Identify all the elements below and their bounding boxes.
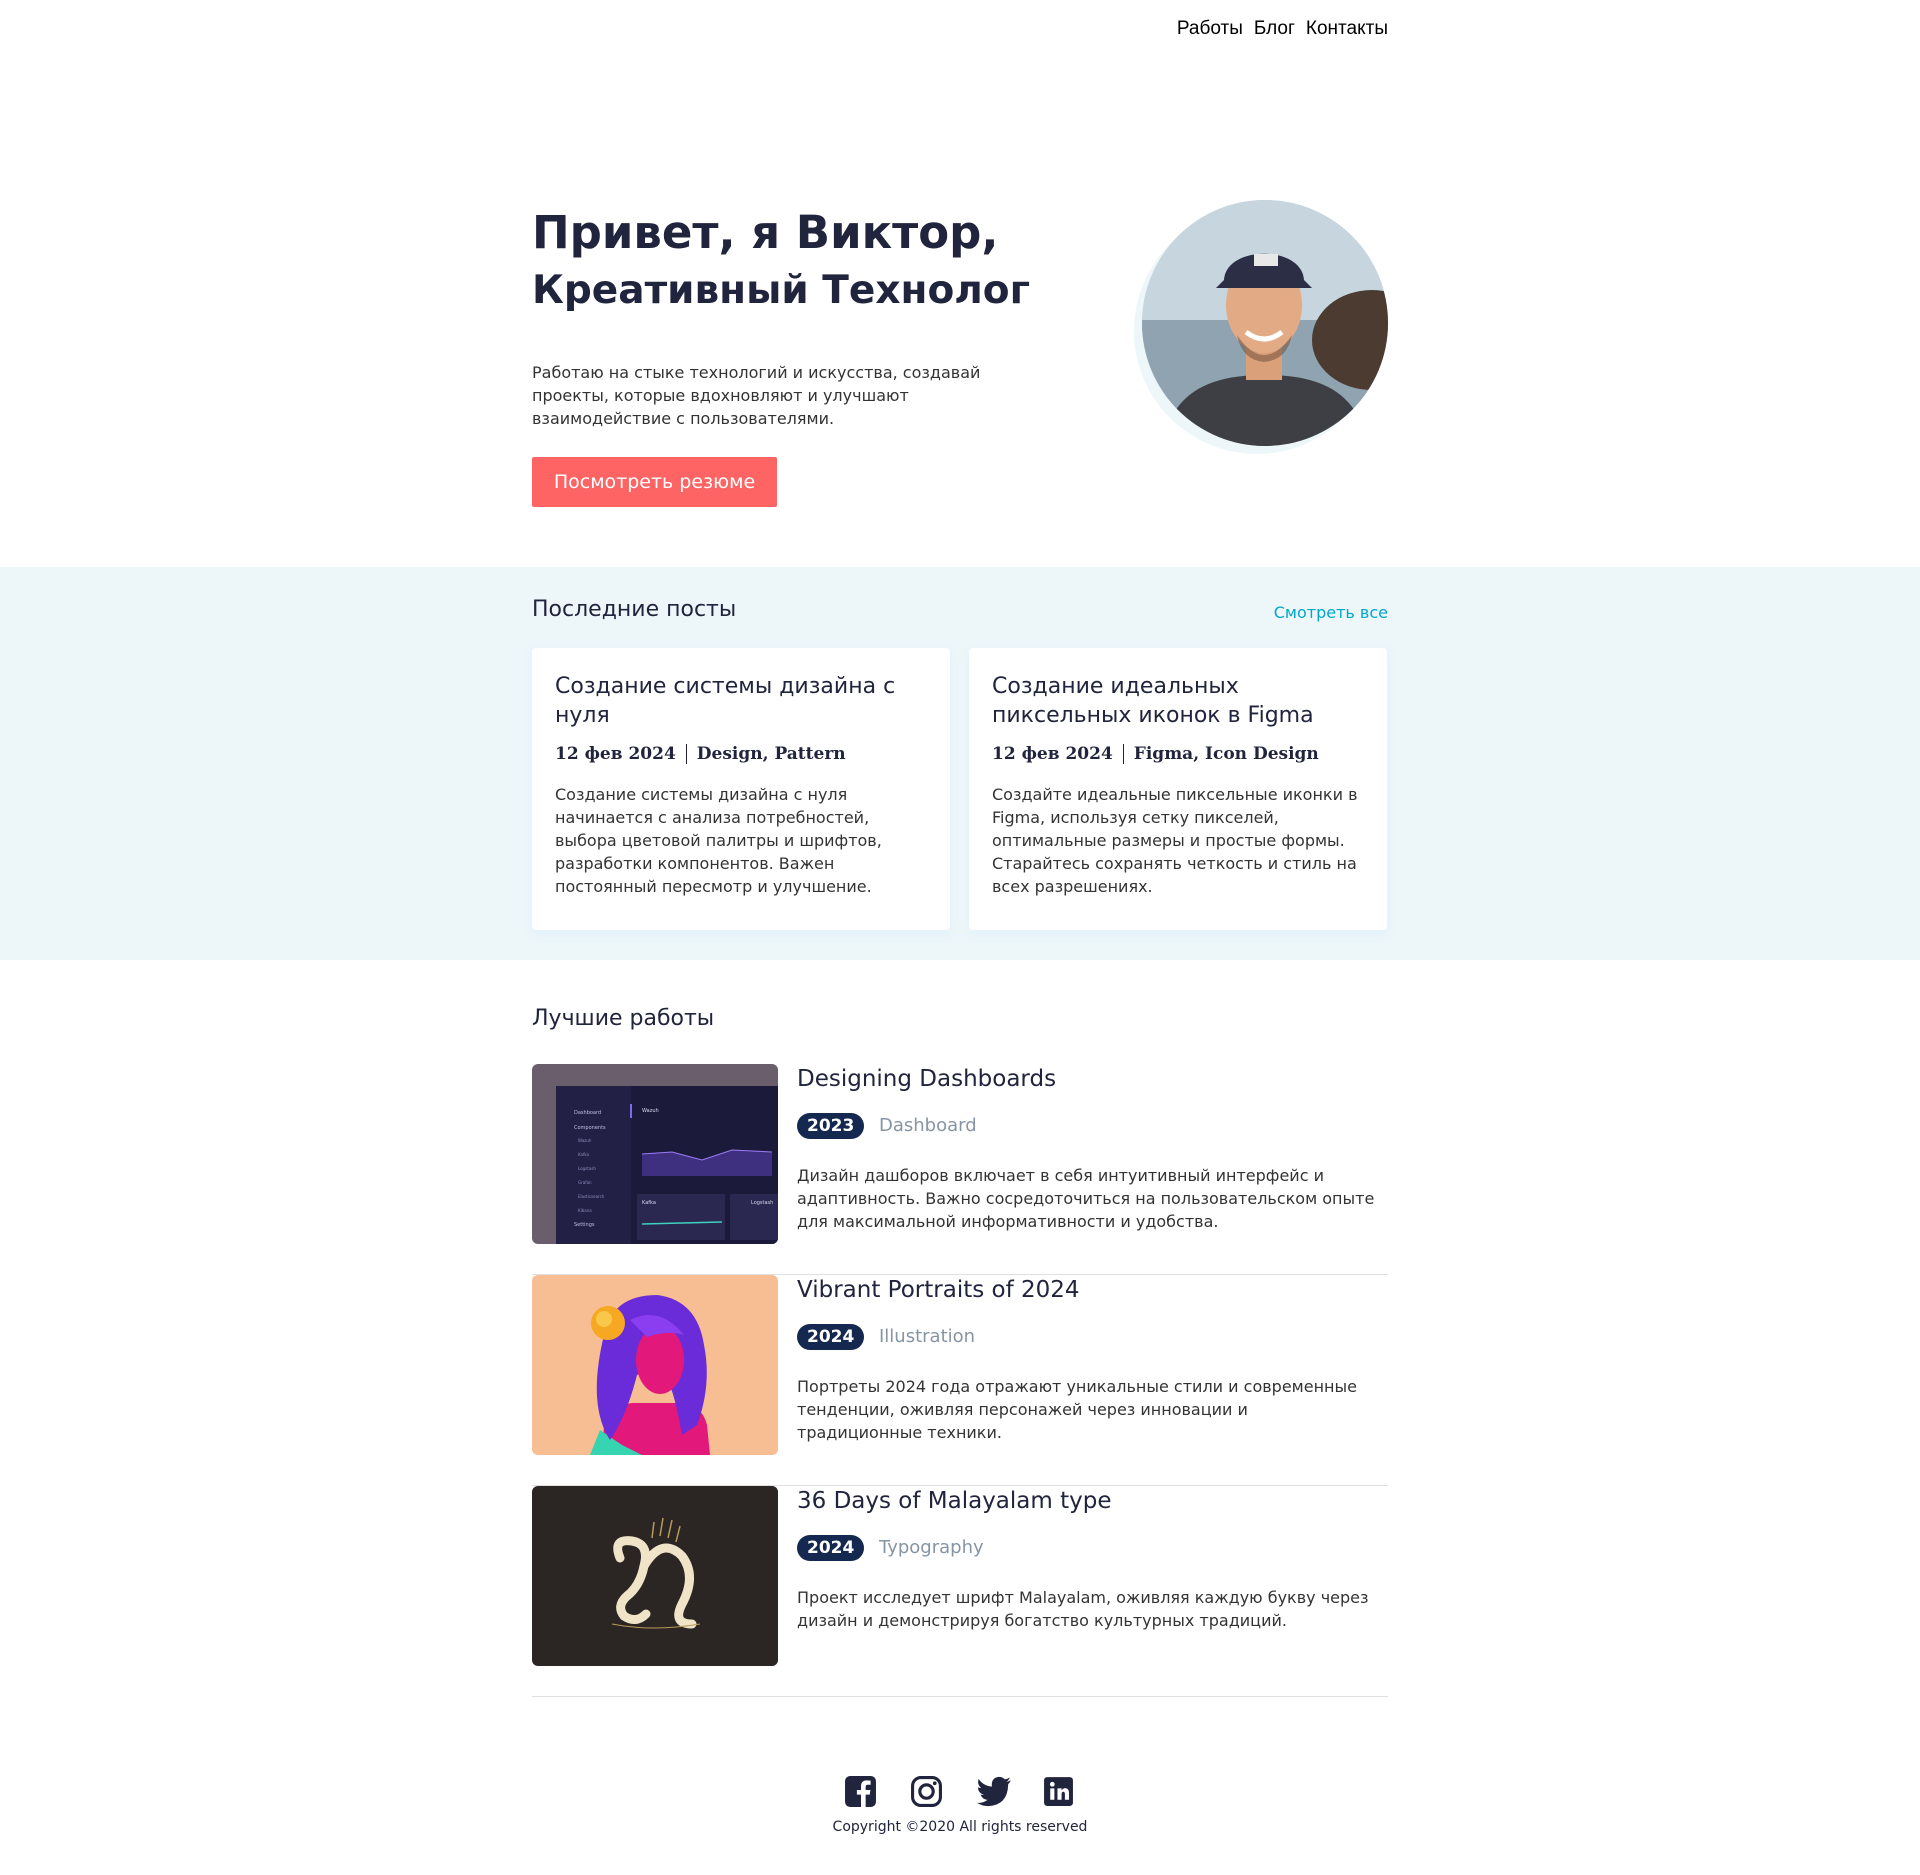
post-cards: Создание системы дизайна с нуля 12 фев 2… <box>532 648 1387 930</box>
thumb-panel-kafka: Kafka <box>642 1200 656 1206</box>
work-category: Typography <box>879 1537 984 1558</box>
featured-works-title: Лучшие работы <box>532 1006 715 1031</box>
avatar-photo <box>1142 200 1388 446</box>
site-footer: Copyright ©2020 All rights reserved <box>0 1775 1920 1835</box>
post-tags: Design, Pattern <box>696 744 846 764</box>
instagram-icon[interactable] <box>910 1775 943 1808</box>
view-resume-button[interactable]: Посмотреть резюме <box>532 457 777 507</box>
featured-works-section: Лучшие работы Dashboard Components Wazuh… <box>0 960 1920 1730</box>
work-year-badge: 2024 <box>797 1324 865 1350</box>
post-date: 12 фев 2024 <box>555 744 676 764</box>
post-tags: Figma, Icon Design <box>1133 744 1319 764</box>
post-title[interactable]: Создание идеальных пиксельных иконок в F… <box>992 672 1365 730</box>
work-item[interactable]: 36 Days of Malayalam type 2024 Typograph… <box>532 1486 1388 1697</box>
hero-section: Привет, я Виктор, Креативный Технолог Ра… <box>0 0 1920 567</box>
work-description: Проект исследует шрифт Malayalam, оживля… <box>797 1588 1369 1630</box>
work-thumbnail-dashboard[interactable]: Dashboard Components Wazuh Kafka Logstas… <box>532 1064 778 1244</box>
work-title[interactable]: 36 Days of Malayalam type <box>797 1486 1111 1516</box>
post-card[interactable]: Создание системы дизайна с нуля 12 фев 2… <box>532 648 950 930</box>
work-list: Dashboard Components Wazuh Kafka Logstas… <box>532 1064 1388 1697</box>
post-excerpt: Создание системы дизайна с нуля начинает… <box>555 785 882 896</box>
work-year-badge: 2024 <box>797 1535 865 1561</box>
work-title[interactable]: Vibrant Portraits of 2024 <box>797 1275 1080 1305</box>
thumb-menu-item: Kafka <box>578 1152 590 1157</box>
thumb-menu-item: Elasticsearch <box>578 1194 605 1199</box>
copyright-text: Copyright ©2020 All rights reserved <box>832 1819 1088 1835</box>
meta-divider <box>685 744 687 764</box>
see-all-link[interactable]: Смотреть все <box>1274 603 1388 622</box>
hero-title-line2: Креативный Технолог <box>532 268 1030 313</box>
recent-posts-section: Последние посты Смотреть все Создание си… <box>0 567 1920 960</box>
work-description: Дизайн дашборов включает в себя интуитив… <box>797 1166 1375 1231</box>
meta-divider <box>1122 744 1124 764</box>
thumb-panel-title: Wazuh <box>642 1108 659 1114</box>
post-card[interactable]: Создание идеальных пиксельных иконок в F… <box>969 648 1387 930</box>
twitter-icon[interactable] <box>976 1775 1011 1808</box>
work-item[interactable]: Vibrant Portraits of 2024 2024 Illustrat… <box>532 1275 1388 1486</box>
work-title[interactable]: Designing Dashboards <box>797 1064 1056 1094</box>
work-description: Портреты 2024 года отражают уникальные с… <box>797 1377 1357 1442</box>
hero-title: Привет, я Виктор, Креативный Технолог <box>532 203 1030 319</box>
work-thumbnail-typography[interactable] <box>532 1486 778 1666</box>
thumb-menu-item: Grafan <box>578 1180 592 1185</box>
hero-description: Работаю на стыке технологий и искусства,… <box>532 363 981 428</box>
thumb-menu-item: Kibana <box>578 1208 592 1213</box>
facebook-icon[interactable] <box>844 1775 877 1808</box>
thumb-panel-logstash: Logstash <box>751 1200 773 1206</box>
avatar <box>1142 200 1388 446</box>
work-item[interactable]: Dashboard Components Wazuh Kafka Logstas… <box>532 1064 1388 1275</box>
social-links <box>0 1775 1920 1808</box>
hero-title-line1: Привет, я Виктор, <box>532 206 999 259</box>
linkedin-icon[interactable] <box>1042 1775 1075 1808</box>
post-date: 12 фев 2024 <box>992 744 1113 764</box>
work-year-badge: 2023 <box>797 1113 865 1139</box>
thumb-menu-item: Dashboard <box>574 1110 601 1116</box>
thumb-menu-item: Components <box>574 1125 606 1131</box>
recent-posts-title: Последние посты <box>532 597 737 622</box>
work-category: Illustration <box>879 1326 976 1347</box>
post-meta: 12 фев 2024 Figma, Icon Design <box>992 744 1365 764</box>
work-category: Dashboard <box>879 1115 977 1136</box>
work-thumbnail-portrait[interactable] <box>532 1275 778 1455</box>
thumb-menu-item: Logstash <box>578 1166 596 1171</box>
post-title[interactable]: Создание системы дизайна с нуля <box>555 672 928 730</box>
post-excerpt: Создайте идеальные пиксельные иконки в F… <box>992 785 1358 896</box>
thumb-menu-item: Settings <box>574 1222 595 1228</box>
thumb-menu-item: Wazuh <box>578 1138 592 1143</box>
post-meta: 12 фев 2024 Design, Pattern <box>555 744 928 764</box>
